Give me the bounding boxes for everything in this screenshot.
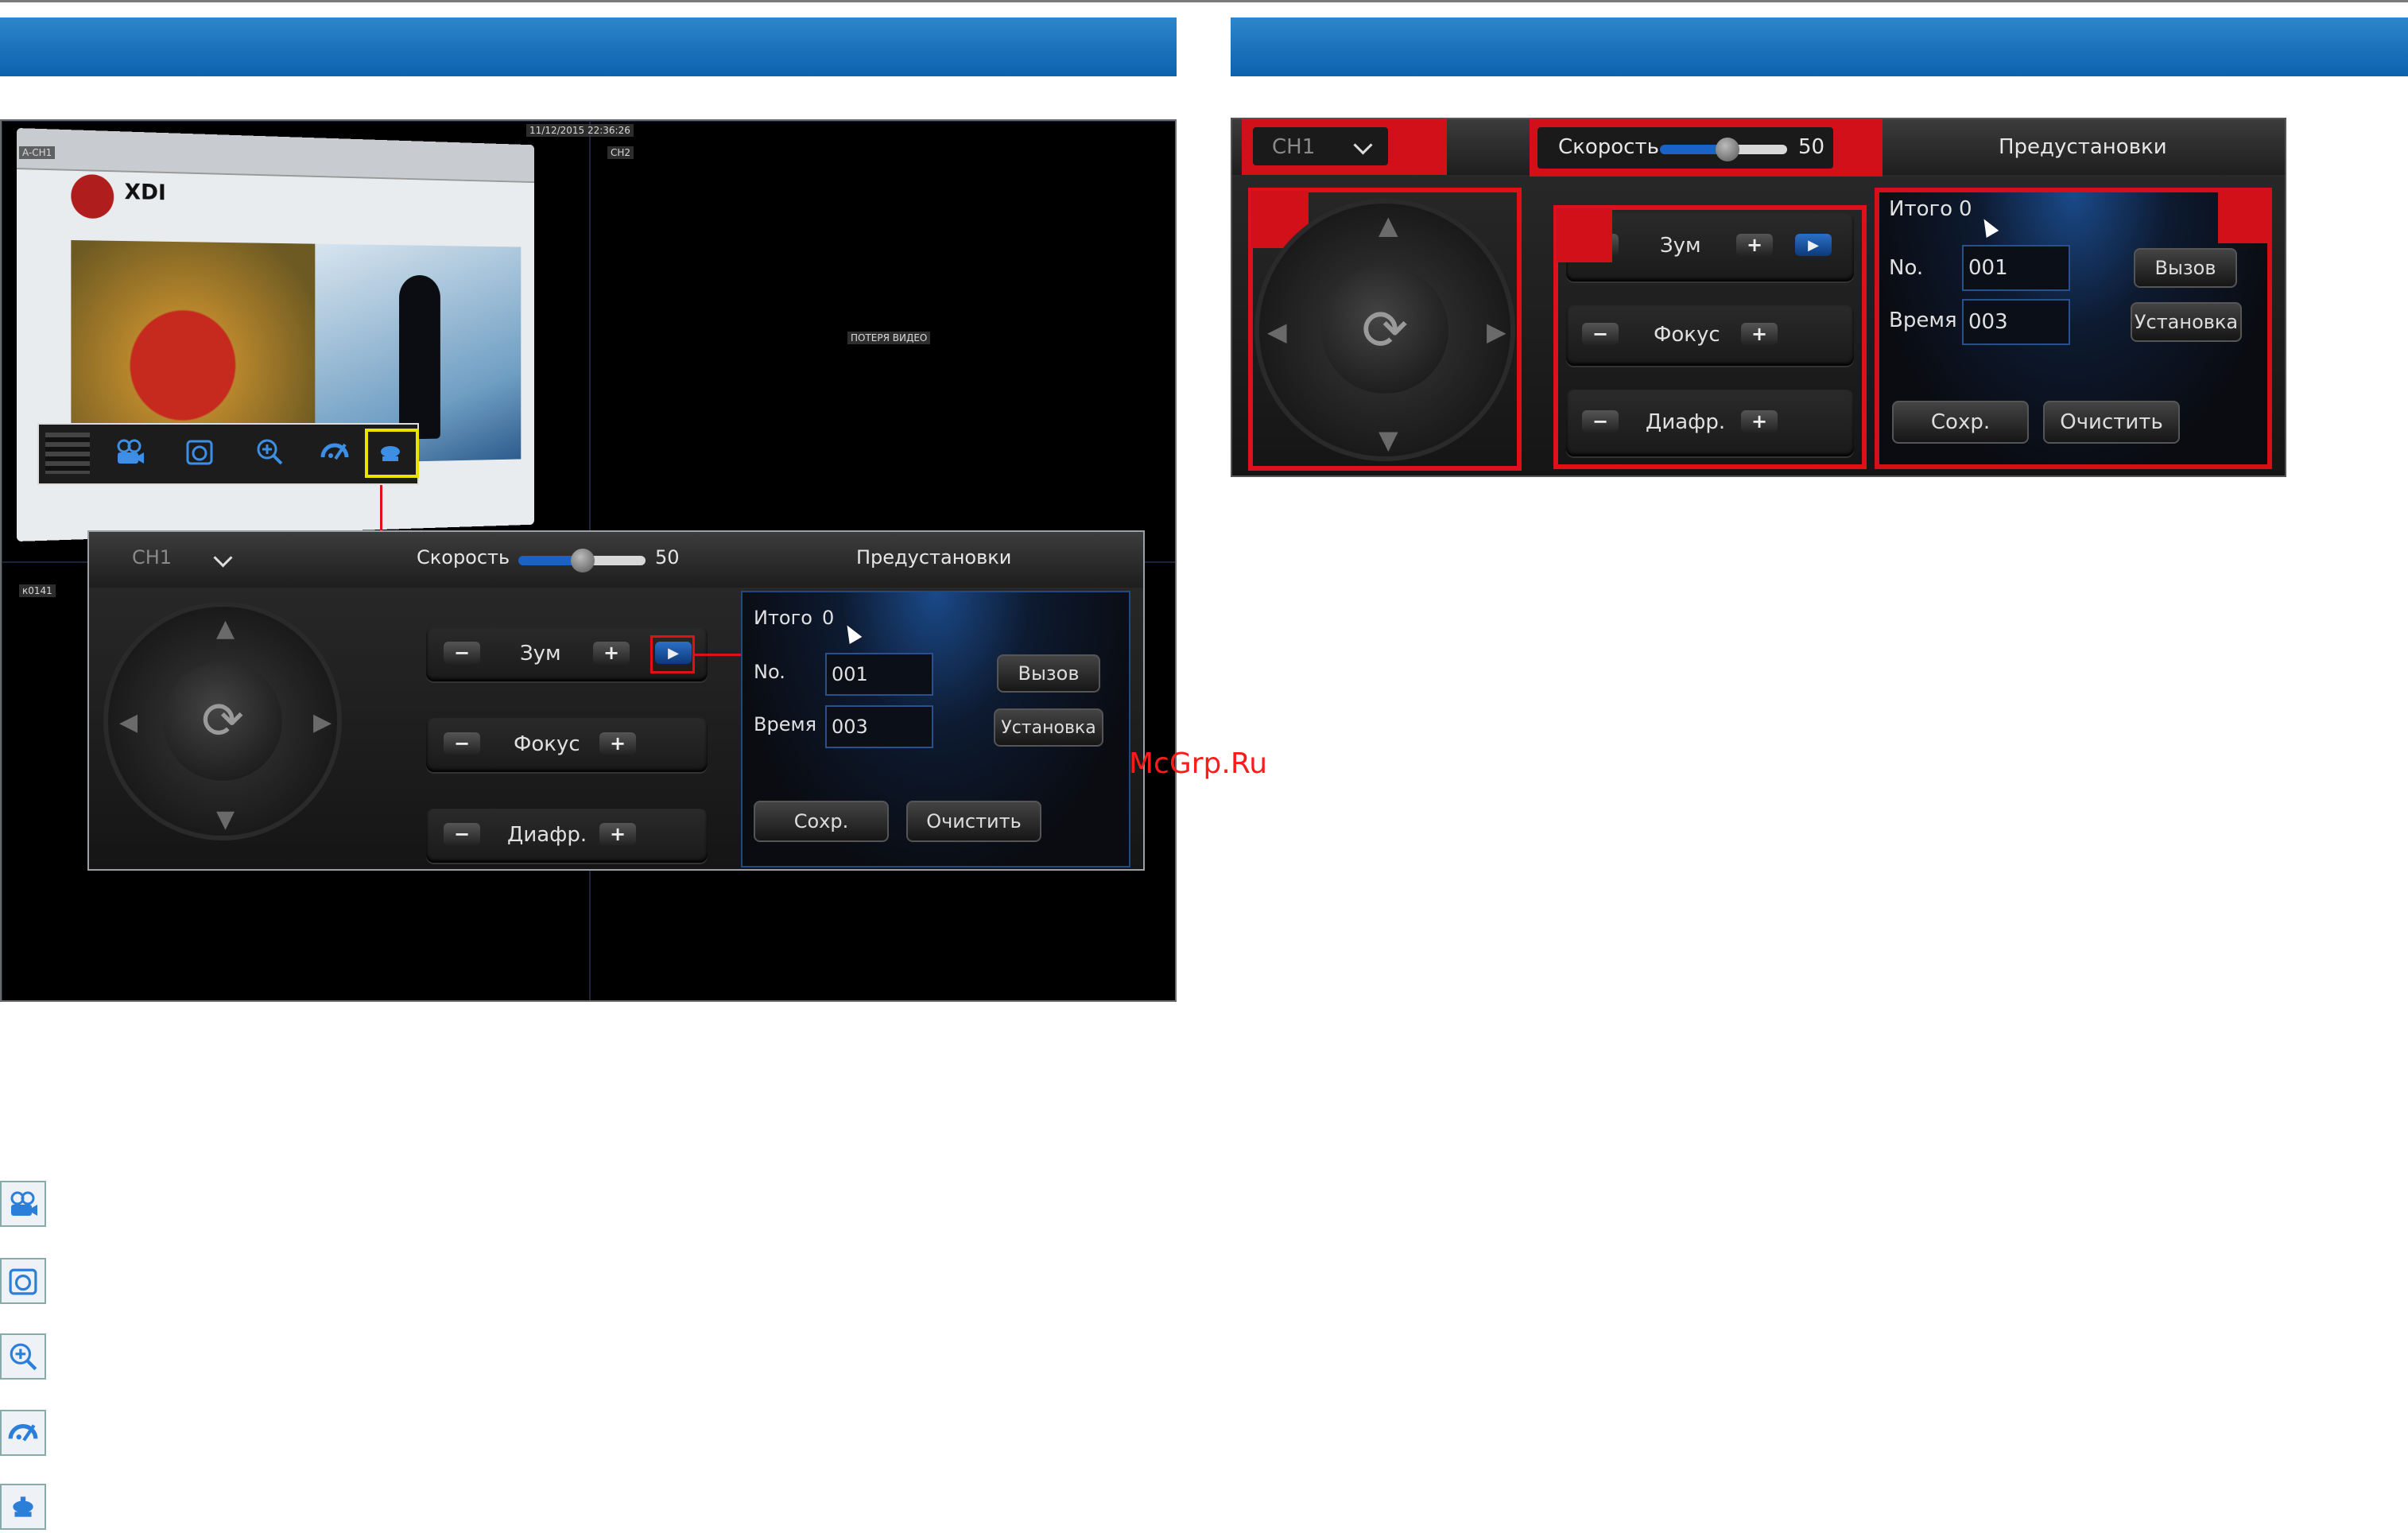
presets-title: Предустановки (1999, 135, 2167, 159)
up-arrow-icon[interactable]: ▲ (1378, 210, 1398, 240)
presets-title: Предустановки (856, 546, 1012, 569)
speed-label: Скорость (1558, 135, 1659, 159)
presets-panel: Итого 0 No. 001 Вызов Время 003 Установк… (741, 591, 1130, 867)
record-icon (0, 1181, 46, 1227)
iris-minus-button[interactable]: − (444, 823, 480, 845)
watermark: McGrp.Ru (1129, 747, 1268, 780)
site-logo (71, 173, 114, 219)
slider-knob[interactable] (571, 549, 595, 572)
right-arrow-icon[interactable]: ▶ (313, 708, 332, 736)
auto-rotate-icon[interactable]: ⟳ (1321, 266, 1448, 394)
save-button[interactable]: Сохр. (1892, 401, 2029, 444)
color-icon[interactable] (317, 434, 352, 469)
record-icon[interactable] (112, 434, 147, 469)
callout-marker-presets (2218, 192, 2272, 243)
dvr-live-view: XDI A-CH1 11/12/2015 22:36:26 CH2 ПОТЕРЯ… (0, 119, 1177, 1002)
time-label: Время (1889, 309, 1957, 332)
snapshot-icon[interactable] (182, 434, 217, 469)
channel-label: A-CH1 (19, 146, 56, 159)
iris-control: − Диафр. + (1566, 390, 1854, 456)
iris-label: Диафр. (507, 823, 587, 847)
call-button[interactable]: Вызов (997, 654, 1100, 693)
focus-plus-button[interactable]: + (1741, 323, 1778, 345)
color-icon (0, 1410, 46, 1456)
zoom-expand-icon[interactable]: ▶ (1795, 234, 1832, 256)
speed-slider[interactable] (518, 549, 646, 572)
section-header-right (1231, 17, 2408, 76)
quick-toolbar (37, 423, 419, 485)
zoom-out-button[interactable]: − (444, 642, 480, 664)
site-brand: XDI (124, 178, 166, 205)
right-arrow-icon[interactable]: ▶ (1487, 316, 1506, 347)
layout-grid-icon[interactable] (45, 433, 90, 474)
iris-plus-button[interactable]: + (1741, 410, 1778, 433)
call-button[interactable]: Вызов (2134, 248, 2237, 288)
zoom-icon (0, 1333, 46, 1380)
iris-plus-button[interactable]: + (599, 823, 636, 845)
no-label: No. (1889, 256, 1924, 280)
up-arrow-icon[interactable]: ▲ (216, 615, 235, 642)
focus-label: Фокус (514, 732, 580, 756)
top-rule (0, 0, 2408, 2)
channel-select[interactable]: CH1 (132, 546, 172, 569)
time-label: Время (754, 713, 817, 735)
iris-control: − Диафр. + (426, 809, 708, 863)
camera-pane-1[interactable]: XDI (2, 121, 590, 562)
ptz-icon (0, 1484, 46, 1530)
mouse-cursor-icon (1977, 215, 1999, 239)
speed-label: Скорость (417, 546, 510, 569)
direction-pad[interactable]: ▲ ▼ ◀ ▶ ⟳ (1254, 199, 1515, 461)
total-value: 0 (1959, 197, 1972, 221)
ptz-panel-annotated: CH1 Скорость 50 Предустановки ▲ ▼ ◀ ▶ ⟳ … (1231, 118, 2286, 477)
total-label: Итого (1889, 197, 1953, 221)
video-loss-label: ПОТЕРЯ ВИДЕО (847, 332, 931, 344)
zoom-label: Зум (520, 642, 561, 666)
channel-select[interactable]: CH1 (1272, 135, 1315, 159)
focus-plus-button[interactable]: + (599, 732, 636, 755)
auto-rotate-icon[interactable]: ⟳ (163, 662, 282, 781)
left-arrow-icon[interactable]: ◀ (119, 708, 138, 736)
preset-no-input[interactable]: 001 (1962, 245, 2070, 291)
save-button[interactable]: Сохр. (754, 801, 889, 842)
focus-minus-button[interactable]: − (1582, 323, 1619, 345)
channel-label-3: к0141 (19, 584, 56, 597)
ptz-panel: CH1 Скорость 50 Предустановки ▲ ▼ ◀ ▶ ⟳ … (87, 530, 1145, 871)
zoom-icon[interactable] (252, 434, 287, 469)
preset-no-input[interactable]: 001 (825, 653, 933, 696)
focus-control: − Фокус + (426, 718, 708, 772)
focus-minus-button[interactable]: − (444, 732, 480, 755)
set-button[interactable]: Установка (2131, 302, 2242, 342)
zoom-label: Зум (1660, 234, 1701, 258)
timestamp: 11/12/2015 22:36:26 (526, 124, 634, 137)
direction-pad[interactable]: ▲ ▼ ◀ ▶ ⟳ (103, 602, 342, 840)
channel-label-2: CH2 (607, 146, 634, 159)
slider-knob[interactable] (1716, 138, 1739, 161)
total-label: Итого (754, 607, 812, 629)
iris-minus-button[interactable]: − (1582, 410, 1619, 433)
iris-label: Диафр. (1646, 410, 1726, 434)
left-arrow-icon[interactable]: ◀ (1267, 316, 1287, 347)
toolbar-selection-highlight (365, 429, 419, 478)
down-arrow-icon[interactable]: ▼ (1378, 425, 1398, 455)
speed-slider[interactable] (1660, 138, 1787, 161)
focus-control: − Фокус + (1566, 305, 1854, 366)
focus-label: Фокус (1654, 323, 1720, 347)
presets-panel: Итого 0 No. 001 Вызов Время 003 Установк… (1875, 188, 2272, 469)
preset-time-input[interactable]: 003 (825, 705, 933, 748)
snapshot-icon (0, 1258, 46, 1304)
zoom-in-button[interactable]: + (593, 642, 630, 664)
zoom-in-button[interactable]: + (1736, 234, 1773, 256)
clear-button[interactable]: Очистить (2043, 401, 2180, 444)
speed-value: 50 (655, 546, 680, 569)
down-arrow-icon[interactable]: ▼ (216, 805, 235, 833)
mouse-cursor-icon (840, 621, 863, 645)
section-header-left (0, 17, 1177, 76)
clear-button[interactable]: Очистить (906, 801, 1041, 842)
callout-marker-controls (1557, 208, 1612, 262)
total-value: 0 (822, 607, 835, 629)
no-label: No. (754, 661, 785, 683)
speed-value: 50 (1798, 135, 1825, 159)
set-button[interactable]: Установка (994, 708, 1103, 747)
preset-time-input[interactable]: 003 (1962, 299, 2070, 345)
